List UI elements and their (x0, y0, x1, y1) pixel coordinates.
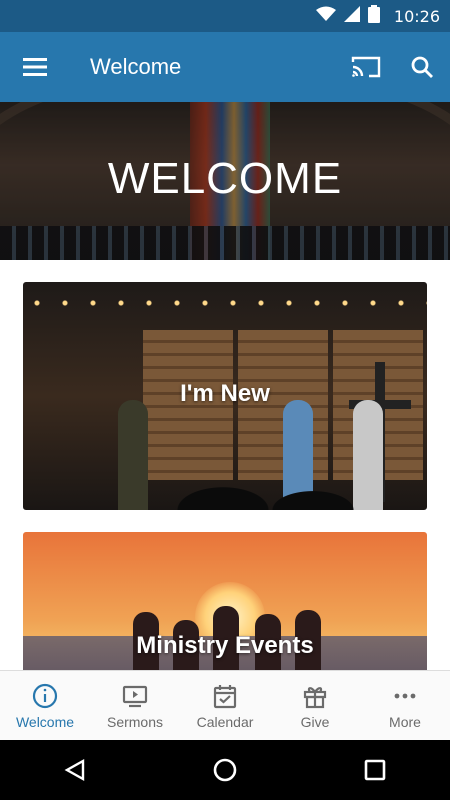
nav-item-welcome[interactable]: Welcome (0, 671, 90, 740)
nav-label: More (389, 713, 421, 730)
status-time: 10:26 (393, 6, 440, 26)
gift-icon (303, 686, 327, 708)
nav-item-sermons[interactable]: Sermons (90, 671, 180, 740)
recents-icon[interactable] (345, 740, 405, 800)
nav-label: Give (300, 713, 330, 730)
nav-label: Welcome (15, 713, 75, 730)
content-list: I'm New Ministry Events (0, 260, 450, 670)
app-bar-title: Welcome (90, 54, 182, 79)
back-icon[interactable] (45, 740, 105, 800)
app-bar: Welcome (0, 32, 450, 102)
card-ministry-events[interactable]: Ministry Events (23, 532, 427, 670)
more-icon (394, 693, 416, 698)
nav-item-more[interactable]: More (360, 671, 450, 740)
cast-icon[interactable] (338, 32, 394, 102)
nav-item-give[interactable]: Give (270, 671, 360, 740)
hero-banner: WELCOME (0, 102, 450, 260)
bottom-navigation: Welcome Sermons Calendar Give More (0, 670, 450, 740)
search-icon[interactable] (394, 32, 450, 102)
card-label: Ministry Events (136, 632, 314, 659)
menu-icon[interactable] (0, 32, 70, 102)
card-label: I'm New (180, 380, 270, 407)
calendar-icon (213, 684, 237, 708)
nav-label: Sermons (106, 713, 164, 730)
system-navigation-bar (0, 740, 450, 800)
nav-label: Calendar (196, 713, 254, 730)
card-im-new[interactable]: I'm New (23, 282, 427, 510)
wifi-icon (315, 6, 336, 27)
signal-icon (343, 5, 360, 27)
hero-title: WELCOME (107, 154, 343, 203)
home-icon[interactable] (195, 740, 255, 800)
nav-item-calendar[interactable]: Calendar (180, 671, 270, 740)
info-icon (32, 683, 58, 708)
battery-icon (367, 4, 380, 28)
video-icon (122, 685, 148, 707)
status-bar: 10:26 (0, 0, 450, 32)
